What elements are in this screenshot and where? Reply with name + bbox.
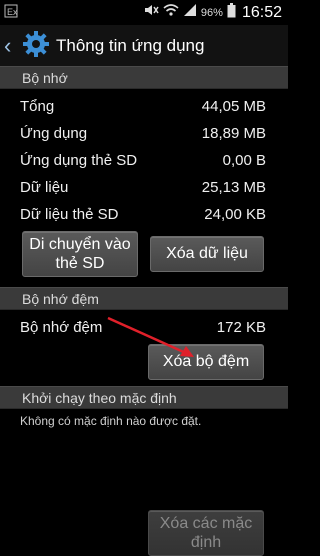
- clock: 16:52: [241, 3, 282, 21]
- status-bar: Ex 96% 16:52: [0, 0, 288, 25]
- row-value: 25,13 MB: [201, 179, 266, 196]
- clear-data-button[interactable]: Xóa dữ liệu: [150, 236, 264, 272]
- row-value: 24,00 KB: [204, 206, 266, 223]
- row-label: Ứng dụng: [20, 125, 88, 142]
- mute-icon: [143, 3, 159, 22]
- action-bar: ‹ Thông tin ứng dụng: [0, 25, 288, 67]
- storage-row-data-sd: Dữ liệu thẻ SD 24,00 KB: [0, 201, 288, 228]
- row-label: Ứng dụng thẻ SD: [20, 152, 138, 169]
- content: Bộ nhớ Tổng 44,05 MB Ứng dụng 18,89 MB Ứ…: [0, 66, 288, 556]
- storage-row-app-sd: Ứng dụng thẻ SD 0,00 B: [0, 147, 288, 174]
- storage-list: Tổng 44,05 MB Ứng dụng 18,89 MB Ứng dụng…: [0, 89, 288, 228]
- clear-cache-button[interactable]: Xóa bộ đệm: [148, 344, 264, 380]
- usb-notification-icon: Ex: [4, 4, 18, 23]
- row-value: 44,05 MB: [201, 98, 266, 115]
- back-chevron-icon[interactable]: ‹: [4, 35, 18, 57]
- cache-row: Bộ nhớ đệm 172 KB: [0, 312, 288, 342]
- row-label: Dữ liệu thẻ SD: [20, 206, 119, 223]
- row-label: Dữ liệu: [20, 179, 69, 196]
- battery-percent: 96%: [200, 6, 223, 19]
- battery-icon: [227, 2, 236, 23]
- clear-defaults-button[interactable]: Xóa các mặc định: [148, 510, 264, 556]
- section-header-storage: Bộ nhớ: [0, 66, 288, 89]
- signal-icon: [183, 3, 197, 22]
- svg-text:Ex: Ex: [7, 7, 18, 17]
- section-header-launch-default: Khởi chạy theo mặc định: [0, 386, 288, 409]
- page-title: Thông tin ứng dụng: [56, 36, 205, 55]
- section-header-cache: Bộ nhớ đệm: [0, 287, 288, 310]
- settings-gear-icon[interactable]: [22, 30, 50, 63]
- wifi-icon: [163, 3, 179, 22]
- row-label: Bộ nhớ đệm: [20, 318, 103, 336]
- row-value: 18,89 MB: [201, 125, 266, 142]
- storage-row-data: Dữ liệu 25,13 MB: [0, 174, 288, 201]
- storage-row-total: Tổng 44,05 MB: [0, 93, 288, 120]
- row-value: 0,00 B: [222, 152, 266, 169]
- storage-row-app: Ứng dụng 18,89 MB: [0, 120, 288, 147]
- row-label: Tổng: [20, 98, 55, 115]
- no-defaults-note: Không có mặc định nào được đặt.: [20, 414, 202, 428]
- move-to-sd-button[interactable]: Di chuyển vào thẻ SD: [22, 231, 138, 277]
- row-value: 172 KB: [216, 318, 266, 336]
